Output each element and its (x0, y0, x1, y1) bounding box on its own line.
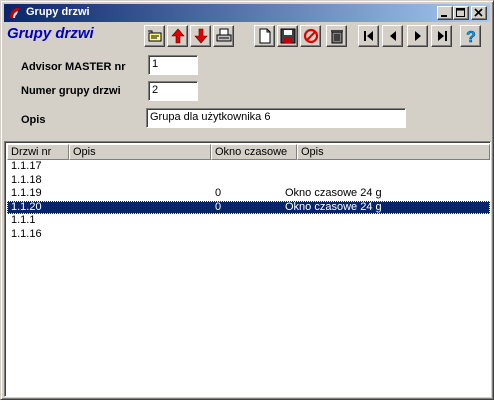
maximize-button[interactable] (453, 6, 469, 20)
delete-button[interactable] (326, 25, 347, 47)
window-title: Grupy drzwi (26, 6, 90, 18)
table-row[interactable]: 1.1.1 (7, 214, 490, 228)
table-row[interactable]: 1.1.16 (7, 228, 490, 242)
move-down-button[interactable] (190, 25, 211, 47)
find-icon (148, 30, 162, 42)
cancel-button[interactable] (300, 25, 321, 47)
column-description[interactable]: Opis (69, 144, 211, 160)
door-number-cell: 1.1.19 (11, 187, 42, 199)
door-number-cell: 1.1.16 (11, 227, 42, 240)
print-icon (216, 28, 232, 42)
description-label: Opis (21, 114, 46, 126)
window-description-cell: Okno czasowe 24 g (285, 187, 382, 199)
maximize-icon (456, 8, 465, 17)
minimize-icon (441, 15, 447, 17)
move-up-button[interactable] (167, 25, 188, 47)
last-record-icon (438, 31, 447, 41)
group-number-field[interactable]: 2 (148, 81, 198, 101)
door-number-cell: 1.1.20 (11, 200, 42, 213)
first-record-button[interactable] (358, 25, 379, 47)
help-button[interactable]: ? (460, 25, 481, 47)
description-field[interactable]: Grupa dla użytkownika 6 (146, 108, 406, 128)
close-icon (474, 8, 483, 17)
close-button[interactable] (471, 6, 487, 20)
first-record-icon (364, 31, 373, 41)
app-window: Grupy drzwi Grupy drzwi ? Advisor MASTER… (0, 0, 494, 400)
previous-record-icon (390, 31, 396, 41)
master-label: Advisor MASTER nr (21, 61, 126, 73)
title-bar[interactable]: Grupy drzwi (4, 4, 490, 22)
master-number-field[interactable]: 1 (148, 55, 198, 75)
new-button[interactable] (254, 25, 275, 47)
previous-record-button[interactable] (382, 25, 403, 47)
next-record-icon (415, 31, 421, 41)
table-body: 1.1.17 1.1.18 1.1.19 0 Okno czasowe 24 g 1.1.… (7, 160, 490, 241)
column-time-window[interactable]: Okno czasowe (211, 144, 297, 160)
door-number-cell: 1.1.18 (11, 173, 42, 186)
save-icon (280, 28, 296, 44)
table-row[interactable]: 1.1.19 0 Okno czasowe 24 g (7, 187, 490, 201)
svg-text:?: ? (466, 29, 476, 44)
app-logo-icon (10, 7, 20, 18)
time-window-cell: 0 (215, 200, 222, 213)
table-row[interactable]: 1.1.17 (7, 160, 490, 174)
group-label: Numer grupy drzwi (21, 85, 121, 97)
page-title: Grupy drzwi (7, 25, 94, 42)
new-document-icon (259, 28, 271, 44)
door-number-cell: 1.1.17 (11, 160, 42, 172)
door-number-cell: 1.1.1 (11, 214, 36, 226)
table-row[interactable]: 1.1.20 0 Okno czasowe 24 g (7, 200, 490, 214)
arrow-up-icon (171, 28, 185, 44)
next-record-button[interactable] (407, 25, 428, 47)
arrow-down-icon (194, 28, 208, 44)
table-row[interactable]: 1.1.18 (7, 174, 490, 188)
last-record-button[interactable] (431, 25, 452, 47)
trash-icon (331, 30, 343, 44)
cancel-icon (303, 28, 319, 44)
window-description-cell: Okno czasowe 24 g (285, 200, 382, 213)
column-window-description[interactable]: Opis (297, 144, 490, 160)
minimize-button[interactable] (437, 6, 453, 20)
save-button[interactable] (277, 25, 298, 47)
time-window-cell: 0 (215, 187, 222, 199)
print-button[interactable] (213, 25, 234, 47)
column-door-number[interactable]: Drzwi nr (7, 144, 69, 160)
table-header: Drzwi nr Opis Okno czasowe Opis (7, 144, 490, 160)
help-icon: ? (466, 29, 476, 44)
find-button[interactable] (144, 25, 165, 47)
door-table[interactable]: Drzwi nr Opis Okno czasowe Opis 1.1.17 1.… (4, 141, 491, 397)
